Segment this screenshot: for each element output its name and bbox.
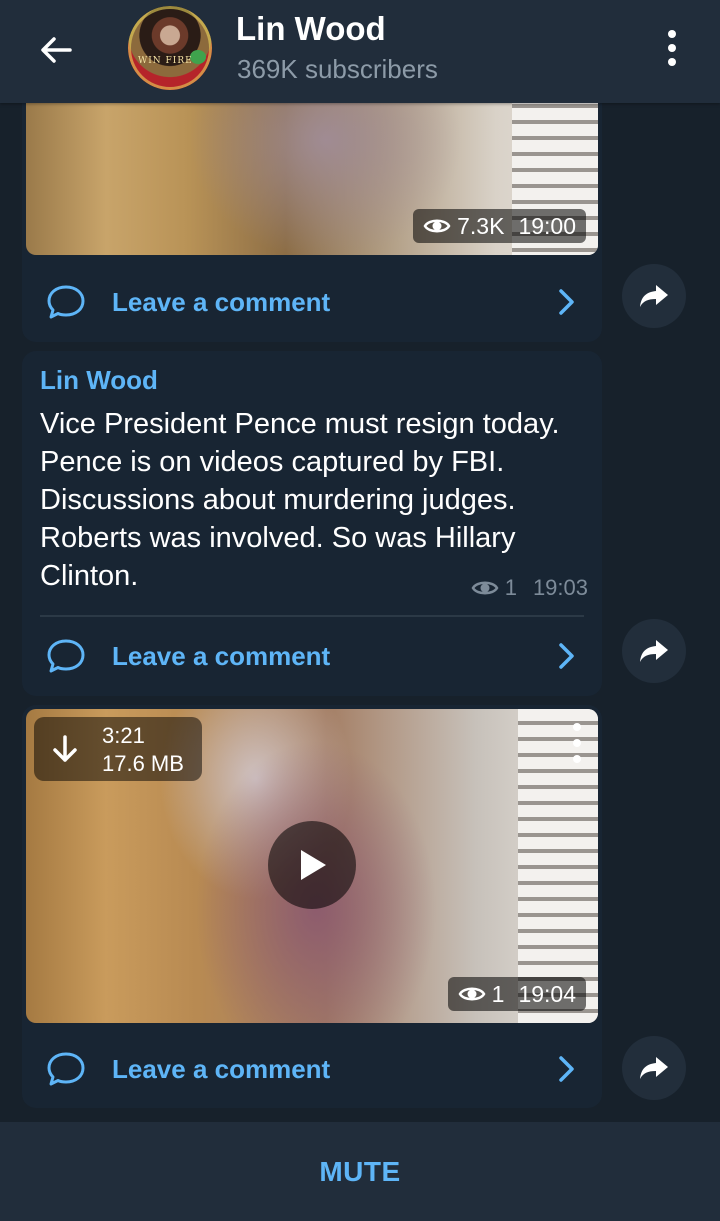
channel-avatar[interactable]: WIN FIRE [128,6,212,90]
comment-bubble-icon [47,285,85,319]
sender-name[interactable]: Lin Wood [40,365,158,396]
play-button[interactable] [268,821,356,909]
blurred-background [518,709,598,1023]
eye-icon [471,581,499,595]
message-meta: 1 19:03 [471,575,588,601]
comment-bubble-icon [47,1052,85,1086]
download-badge[interactable]: 3:21 17.6 MB [34,717,202,781]
message-time: 19:03 [532,575,588,600]
view-time-badge: 7.3K 19:00 [413,209,586,243]
share-arrow-icon [640,640,668,662]
share-arrow-icon [640,285,668,307]
share-button[interactable] [622,264,686,328]
leave-comment-label: Leave a comment [112,1053,331,1084]
message-card-video-2: 3:21 17.6 MB 1 19:04 Leave a comment [22,705,602,1108]
eye-icon [423,219,451,233]
message-text: Vice President Pence must resign today. … [40,408,560,592]
leave-comment-button[interactable]: Leave a comment [40,615,584,695]
view-count: 1 [504,575,517,600]
message-card-text: Lin Wood Vice President Pence must resig… [22,351,602,696]
mute-button[interactable]: MUTE [279,1136,440,1208]
share-arrow-icon [640,1057,668,1079]
comment-bubble-icon [47,639,85,673]
video-thumbnail[interactable]: 3:21 17.6 MB 1 19:04 [26,709,598,1023]
more-vertical-icon [668,30,676,38]
chevron-right-icon [559,643,574,669]
video-duration: 3:21 [102,723,145,748]
view-time-badge: 1 19:04 [447,977,586,1011]
back-button[interactable] [28,22,84,78]
chevron-right-icon [559,289,574,315]
leave-comment-label: Leave a comment [112,640,331,671]
share-button[interactable] [622,1036,686,1100]
leave-comment-button[interactable]: Leave a comment [22,262,602,342]
bottom-bar: MUTE [0,1122,720,1221]
more-menu-button[interactable] [650,24,694,72]
more-vertical-icon [573,723,581,731]
message-time: 19:00 [518,212,576,239]
eye-icon [458,987,486,1001]
subscriber-count: 369K subscribers [237,54,438,84]
view-count: 7.3K [457,212,505,239]
share-button[interactable] [622,619,686,683]
avatar-ring [128,6,212,90]
download-icon [53,735,77,762]
leave-comment-label: Leave a comment [112,286,331,317]
chat-header: WIN FIRE Lin Wood 369K subscribers [0,0,720,103]
back-arrow-icon [41,37,72,63]
video-size: 17.6 MB [102,751,184,776]
media-more-button[interactable] [570,723,584,763]
view-count: 1 [491,980,505,1007]
channel-title[interactable]: Lin Wood [236,10,386,48]
chevron-right-icon [559,1056,574,1082]
play-icon [301,850,326,880]
leave-comment-button[interactable]: Leave a comment [22,1029,602,1108]
message-time: 19:04 [518,980,576,1007]
avatar-caption: WIN FIRE [138,56,193,66]
